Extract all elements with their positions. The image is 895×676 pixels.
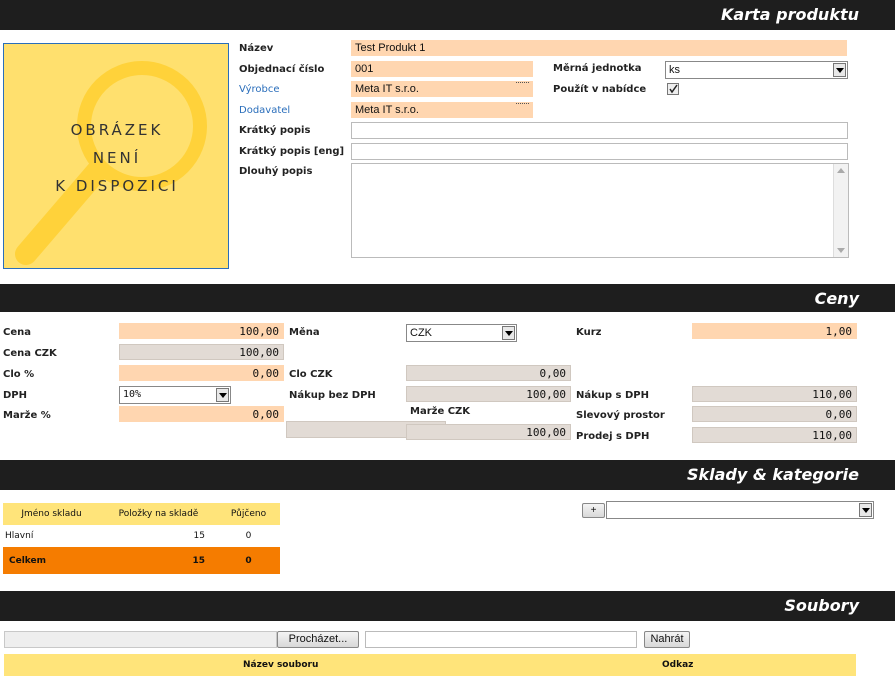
short-desc-eng-input[interactable] [351,143,848,160]
buy-no-vat-label: Nákup bez DPH [289,390,376,401]
duty-pct-input[interactable]: 0,00 [119,365,284,381]
browse-button[interactable]: Procházet... [277,631,359,648]
product-image-placeholder[interactable]: OBRÁZEK NENÍ K DISPOZICI [3,43,229,269]
buy-no-vat-value: 100,00 [406,386,571,402]
manufacturer-input[interactable]: Meta IT s.r.o. [351,81,533,97]
short-desc-eng-label: Krátký popis [eng] [239,146,345,157]
cell: Hlavní [5,531,34,541]
lookup-icon [516,82,529,85]
category-select[interactable] [606,501,874,519]
cell: 0 [245,531,252,541]
cell: 0 [245,555,252,566]
files-table-header: Název souboru Odkaz [4,654,856,676]
column-header: Půjčeno [230,509,267,519]
margin-pct-input[interactable]: 0,00 [119,406,284,422]
section-header-prices: Ceny [0,284,895,312]
rate-label: Kurz [576,327,602,338]
short-desc-label: Krátký popis [239,125,311,136]
sell-vat-value: 110,00 [692,427,857,443]
unit-select-value: ks [669,64,680,76]
file-path-input[interactable] [4,631,277,648]
lookup-icon [516,103,529,106]
check-icon [669,84,678,94]
long-desc-textarea[interactable] [351,163,849,258]
name-input[interactable]: Test Produkt 1 [351,40,847,56]
cell: 15 [192,555,205,566]
placeholder-line: NENÍ [92,149,142,167]
currency-select[interactable]: CZK [406,324,517,342]
table-row[interactable]: Hlavní 15 0 [3,525,280,547]
currency-select-value: CZK [410,327,432,339]
scroll-up-icon [837,168,845,173]
name-label: Název [239,43,274,54]
sell-vat-label: Prodej s DPH [576,431,650,442]
section-title: Soubory [784,596,859,615]
upload-button[interactable]: Nahrát [644,631,690,648]
discount-value: 0,00 [692,406,857,422]
price-label: Cena [3,327,31,338]
discount-label: Slevový prostor [576,410,665,421]
short-desc-input[interactable] [351,122,848,139]
column-header: Odkaz [662,660,694,670]
unit-label: Měrná jednotka [553,63,642,74]
table-header-row: Jméno skladu Položky na skladě Půjčeno [3,503,280,525]
cell: 15 [193,531,205,541]
duty-pct-label: Clo % [3,369,35,380]
price-input[interactable]: 100,00 [119,323,284,339]
buy-vat-label: Nákup s DPH [576,390,649,401]
margin-pct-label: Marže % [3,410,51,421]
placeholder-line: OBRÁZEK [70,121,164,139]
margin-czk-value: 100,00 [406,424,571,440]
placeholder-text: OBRÁZEK NENÍ K DISPOZICI [4,116,228,200]
order-number-label: Objednací číslo [239,64,325,75]
supplier-input[interactable]: Meta IT s.r.o. [351,102,533,118]
placeholder-line: K DISPOZICI [55,177,179,195]
price-czk-value: 100,00 [119,344,284,360]
offer-label: Použít v nabídce [553,84,647,95]
section-title: Ceny [814,289,859,308]
order-number-input[interactable]: 001 [351,61,533,77]
total-row: Celkem 15 0 [3,547,280,574]
vat-select[interactable]: 10% [119,386,231,404]
chevron-down-icon [833,63,846,77]
scrollbar[interactable] [833,164,848,257]
vat-select-value: 10% [123,389,142,400]
duty-czk-label: Clo CZK [289,369,333,380]
buy-vat-value: 110,00 [692,386,857,402]
chevron-down-icon [859,503,872,517]
section-header-stock: Sklady & kategorie [0,460,895,490]
manufacturer-link[interactable]: Výrobce [239,84,280,95]
long-desc-label: Dlouhý popis [239,166,313,177]
unit-select[interactable]: ks [665,61,848,79]
add-category-button[interactable]: + [582,503,605,518]
rate-input[interactable]: 1,00 [692,323,857,339]
section-title: Sklady & kategorie [686,465,859,484]
price-czk-label: Cena CZK [3,348,57,359]
column-header: Položky na skladě [118,509,199,519]
cell: Celkem [9,555,47,566]
supplier-link[interactable]: Dodavatel [239,105,290,116]
column-header: Název souboru [243,660,319,670]
section-title: Karta produktu [721,5,859,24]
section-header-product: Karta produktu [0,0,895,30]
file-description-input[interactable] [365,631,637,648]
section-header-files: Soubory [0,591,895,621]
duty-czk-value: 0,00 [406,365,571,381]
scroll-down-icon [837,248,845,253]
chevron-down-icon [502,326,515,340]
chevron-down-icon [216,388,229,402]
vat-label: DPH [3,390,27,401]
offer-checkbox[interactable] [667,83,679,95]
margin-czk-label: Marže CZK [410,406,471,417]
stock-table: Jméno skladu Položky na skladě Půjčeno H… [3,503,280,574]
column-header: Jméno skladu [21,509,82,519]
currency-label: Měna [289,327,320,338]
